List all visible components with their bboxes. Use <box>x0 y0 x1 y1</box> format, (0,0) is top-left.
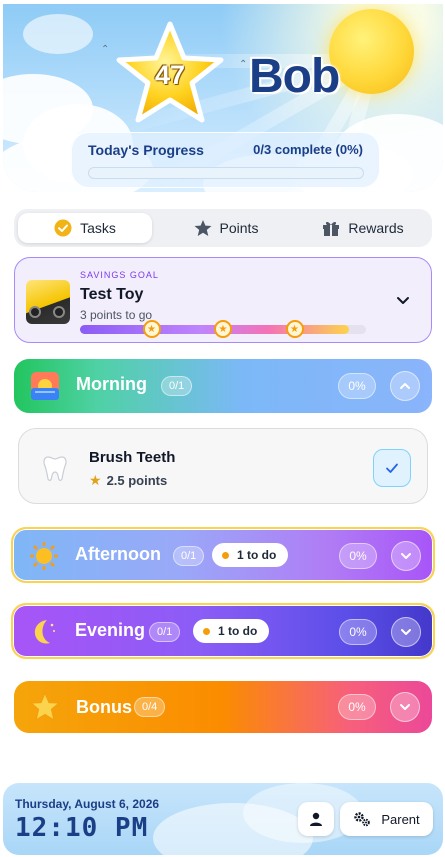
tab-points[interactable]: Points <box>159 213 293 243</box>
sun-decoration <box>329 9 414 94</box>
bird-icon: ⌃ <box>239 59 248 70</box>
goal-name: Test Toy <box>80 286 144 303</box>
chevron-down-icon[interactable] <box>391 541 421 571</box>
routine-afternoon[interactable]: Afternoon 0/1 1 to do 0% <box>11 527 435 583</box>
chevron-down-icon[interactable] <box>395 292 411 308</box>
chevron-down-icon[interactable] <box>390 692 420 722</box>
todays-progress-card: Today's Progress 0/3 complete (0%) <box>71 132 380 188</box>
milestone-star-icon: ★ <box>214 320 232 338</box>
progress-bar <box>88 167 364 179</box>
checkmark-icon <box>386 463 398 473</box>
progress-status: 0/3 complete (0%) <box>253 142 363 157</box>
task-card[interactable]: Brush Teeth ★ 2.5 points <box>18 428 428 504</box>
todo-badge: 1 to do <box>193 619 270 643</box>
tab-bar: Tasks Points Rewards <box>14 209 432 247</box>
routine-title: Bonus <box>76 697 132 717</box>
routine-count-badge: 0/1 <box>149 622 181 642</box>
todo-badge: 1 to do <box>212 543 289 567</box>
tooth-icon <box>40 453 70 483</box>
routine-percent: 0% <box>339 543 377 569</box>
chevron-up-icon[interactable] <box>390 371 420 401</box>
goal-toy-image <box>26 280 70 324</box>
status-dot <box>222 551 229 559</box>
chevron-down-icon[interactable] <box>391 617 421 647</box>
routine-count-badge: 0/1 <box>173 546 205 566</box>
parent-button[interactable]: Parent <box>340 802 433 836</box>
routine-title: Evening <box>75 620 146 640</box>
check-circle-icon <box>54 219 72 237</box>
goal-kicker: SAVINGS GOAL <box>80 270 159 280</box>
gift-icon <box>322 219 340 237</box>
goal-progress-bar: ★ ★ ★ <box>80 320 366 338</box>
current-time: 12:10 PM <box>15 813 149 843</box>
status-dot <box>203 627 210 635</box>
tab-tasks-label: Tasks <box>80 220 116 236</box>
user-icon <box>310 812 322 826</box>
routine-morning[interactable]: Morning 0/1 0% <box>14 359 432 413</box>
tab-tasks[interactable]: Tasks <box>18 213 152 243</box>
routine-title: Morning <box>76 374 147 394</box>
milestone-star-icon: ★ <box>285 320 304 338</box>
savings-goal-card[interactable]: SAVINGS GOAL Test Toy 3 points to go ★ ★… <box>14 257 432 343</box>
task-points-label: 2.5 points <box>106 473 168 488</box>
footer-bar: Thursday, August 6, 2026 12:10 PM Parent <box>3 783 443 855</box>
routine-percent: 0% <box>339 619 377 645</box>
routine-count-badge: 0/4 <box>134 697 166 717</box>
star-icon <box>30 692 60 722</box>
todo-label: 1 to do <box>218 624 258 638</box>
tab-rewards-label: Rewards <box>348 220 404 236</box>
progress-title: Today's Progress <box>88 142 204 158</box>
routine-percent: 0% <box>338 694 376 720</box>
complete-task-button[interactable] <box>373 449 411 487</box>
wheel-shape <box>29 306 41 318</box>
routine-percent: 0% <box>338 373 376 399</box>
sunrise-icon <box>30 371 60 401</box>
header-banner: ⌃ ⌃ ⌃ 47 Bob Today's Progress 0/3 comple… <box>3 4 443 192</box>
task-points: ★ 2.5 points <box>89 472 167 489</box>
tab-rewards[interactable]: Rewards <box>298 213 428 243</box>
child-name: Bob <box>249 50 340 103</box>
star-icon <box>194 219 212 237</box>
points-total: 47 <box>154 60 186 90</box>
task-name: Brush Teeth <box>89 449 176 466</box>
routine-evening[interactable]: Evening 0/1 1 to do 0% <box>11 603 435 659</box>
wheel-shape <box>53 306 65 318</box>
tab-points-label: Points <box>219 220 259 236</box>
routine-title: Afternoon <box>75 544 161 564</box>
gears-icon <box>354 812 371 827</box>
todo-label: 1 to do <box>237 548 277 562</box>
star-icon: ★ <box>89 472 102 488</box>
bird-icon: ⌃ <box>101 44 110 55</box>
routine-count-badge: 0/1 <box>161 376 193 396</box>
goal-points-to-go: 3 points to go <box>80 308 153 322</box>
parent-button-label: Parent <box>381 811 420 827</box>
points-star-badge: 47 <box>115 20 225 125</box>
routine-bonus[interactable]: Bonus 0/4 0% <box>14 681 432 733</box>
sun-icon <box>29 541 59 571</box>
milestone-star-icon: ★ <box>142 320 161 338</box>
profile-button[interactable] <box>298 802 334 836</box>
moon-icon <box>29 617 59 647</box>
current-date: Thursday, August 6, 2026 <box>15 797 160 811</box>
cloud <box>23 14 93 54</box>
